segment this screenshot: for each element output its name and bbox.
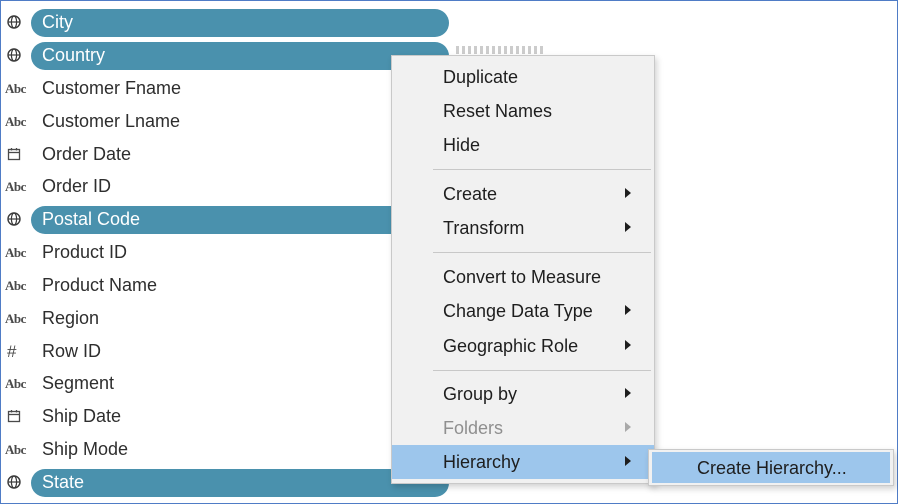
- abc-icon: Abc: [5, 311, 26, 326]
- menu-item-label: Duplicate: [443, 67, 519, 87]
- field-city[interactable]: City: [0, 7, 460, 40]
- field-label: Customer Lname: [42, 111, 181, 131]
- menu-item-label: Reset Names: [443, 101, 553, 121]
- menu-item-reset-names[interactable]: Reset Names: [392, 94, 654, 128]
- abc-icon: Abc: [5, 81, 26, 96]
- menu-item-create[interactable]: Create: [392, 177, 654, 211]
- hash-icon: #: [7, 342, 17, 361]
- submenu-arrow-icon: [625, 456, 631, 466]
- menu-item-label: Create Hierarchy...: [697, 458, 847, 478]
- menu-item-hierarchy[interactable]: Hierarchy: [392, 445, 654, 479]
- menu-item-geographic-role[interactable]: Geographic Role: [392, 329, 654, 363]
- menu-item-create-hierarchy[interactable]: Create Hierarchy...: [652, 452, 890, 483]
- submenu-arrow-icon: [625, 388, 631, 398]
- menu-item-convert-to-measure[interactable]: Convert to Measure: [392, 260, 654, 294]
- abc-icon: Abc: [5, 245, 26, 260]
- submenu-arrow-icon: [625, 305, 631, 315]
- hierarchy-submenu: Create Hierarchy...: [648, 449, 894, 486]
- menu-item-label: Transform: [443, 218, 525, 238]
- globe-icon: [6, 47, 26, 65]
- field-label: Region: [42, 308, 100, 328]
- field-label: Postal Code: [42, 209, 141, 229]
- menu-item-duplicate[interactable]: Duplicate: [392, 60, 654, 94]
- menu-item-hide[interactable]: Hide: [392, 128, 654, 162]
- abc-icon: Abc: [5, 442, 26, 457]
- context-menu: Duplicate Reset Names Hide Create Transf…: [391, 55, 655, 484]
- field-label: Ship Date: [42, 406, 122, 426]
- menu-item-label: Hide: [443, 135, 481, 155]
- menu-item-label: Change Data Type: [443, 301, 593, 321]
- field-label: Ship Mode: [42, 439, 129, 459]
- menu-item-label: Group by: [443, 384, 518, 404]
- calendar-icon: [6, 146, 26, 164]
- menu-item-label: Create: [443, 184, 498, 204]
- menu-item-folders: Folders: [392, 411, 654, 445]
- menu-separator: [433, 252, 651, 253]
- obscured-text-fragment: [456, 46, 546, 54]
- menu-item-change-data-type[interactable]: Change Data Type: [392, 294, 654, 328]
- menu-item-label: Geographic Role: [443, 336, 579, 356]
- menu-separator: [433, 370, 651, 371]
- globe-icon: [6, 14, 26, 32]
- submenu-arrow-icon: [625, 222, 631, 232]
- globe-icon: [6, 211, 26, 229]
- field-label: Customer Fname: [42, 78, 182, 98]
- menu-item-label: Convert to Measure: [443, 267, 602, 287]
- submenu-arrow-icon: [625, 422, 631, 432]
- menu-item-transform[interactable]: Transform: [392, 211, 654, 245]
- field-label: Product ID: [42, 242, 128, 262]
- abc-icon: Abc: [5, 179, 26, 194]
- field-label: Segment: [42, 373, 115, 393]
- calendar-icon: [6, 408, 26, 426]
- field-label: State: [42, 472, 85, 492]
- menu-separator: [433, 169, 651, 170]
- field-label: Product Name: [42, 275, 158, 295]
- submenu-arrow-icon: [625, 188, 631, 198]
- abc-icon: Abc: [5, 278, 26, 293]
- selection-highlight: [31, 9, 449, 37]
- selection-highlight: [31, 469, 449, 497]
- abc-icon: Abc: [5, 376, 26, 391]
- globe-icon: [6, 474, 26, 492]
- abc-icon: Abc: [5, 114, 26, 129]
- menu-item-label: Hierarchy: [443, 452, 521, 472]
- menu-item-label: Folders: [443, 418, 504, 438]
- submenu-arrow-icon: [625, 340, 631, 350]
- menu-item-group-by[interactable]: Group by: [392, 377, 654, 411]
- field-label: Country: [42, 45, 106, 65]
- field-label: Order ID: [42, 176, 112, 196]
- field-label: City: [42, 12, 73, 32]
- field-label: Order Date: [42, 144, 132, 164]
- field-label: Row ID: [42, 341, 102, 361]
